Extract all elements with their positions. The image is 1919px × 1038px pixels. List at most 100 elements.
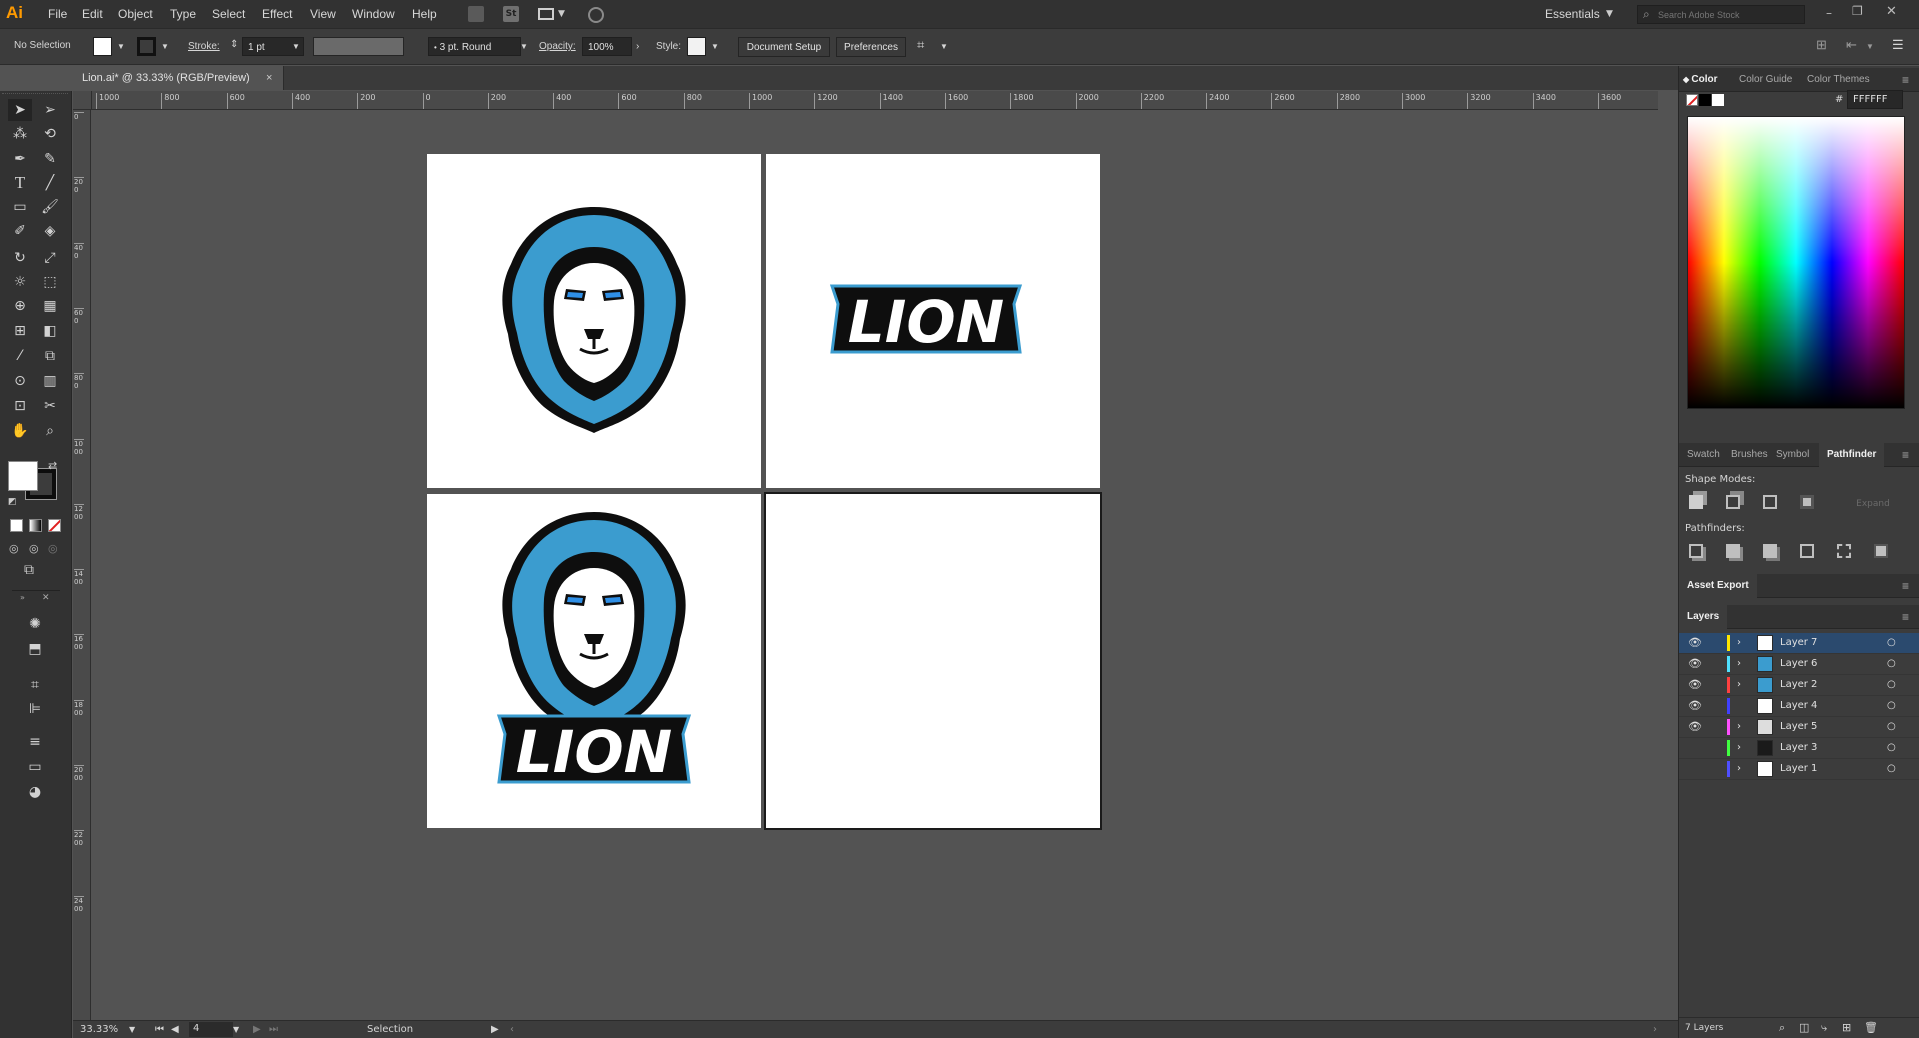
chevron-down-icon[interactable]: ▼ bbox=[129, 1021, 135, 1038]
layer-row[interactable]: 👁 › Layer 6 ○ bbox=[1679, 654, 1919, 675]
chevron-down-icon[interactable]: ▼ bbox=[117, 37, 125, 57]
collapse-panel-icon[interactable]: » bbox=[20, 593, 25, 602]
lasso-tool-icon[interactable]: ⟲ bbox=[38, 123, 62, 145]
locate-object-icon[interactable]: ⌕ bbox=[1779, 1018, 1785, 1038]
column-graph-tool-icon[interactable]: ▥ bbox=[38, 370, 62, 392]
hex-color-input[interactable]: FFFFFF bbox=[1847, 90, 1903, 109]
ruler-origin[interactable] bbox=[73, 91, 92, 110]
tab-swatches[interactable]: Swatch bbox=[1687, 443, 1720, 467]
bridge-icon[interactable] bbox=[468, 6, 484, 22]
trim-icon[interactable] bbox=[1726, 544, 1740, 558]
target-icon[interactable]: ○ bbox=[1887, 675, 1896, 695]
color-spectrum[interactable] bbox=[1687, 116, 1905, 409]
selection-tool-icon[interactable]: ➤ bbox=[8, 99, 32, 121]
slice-tool-icon[interactable]: ✂ bbox=[38, 395, 62, 417]
layer-row[interactable]: › Layer 3 ○ bbox=[1679, 738, 1919, 759]
target-icon[interactable]: ○ bbox=[1887, 759, 1896, 779]
symbols-panel-icon[interactable]: ✺ bbox=[23, 613, 47, 635]
first-artboard-icon[interactable]: ⏮ bbox=[155, 1021, 164, 1038]
eyedropper-tool-icon[interactable]: ⁄ bbox=[8, 345, 32, 367]
outline-icon[interactable] bbox=[1837, 544, 1851, 558]
expand-button[interactable]: Expand bbox=[1844, 496, 1902, 513]
visibility-eye-icon[interactable]: 👁 bbox=[1688, 675, 1702, 695]
menu-object[interactable]: Object bbox=[112, 0, 159, 29]
menu-select[interactable]: Select bbox=[206, 0, 251, 29]
brush-definition[interactable]: • 3 pt. Round bbox=[428, 37, 521, 56]
tab-symbols[interactable]: Symbol bbox=[1776, 443, 1809, 467]
tab-color-guide[interactable]: Color Guide bbox=[1739, 68, 1792, 92]
graphic-style-swatch[interactable] bbox=[687, 37, 706, 56]
expand-arrow-icon[interactable]: › bbox=[1737, 717, 1741, 737]
transparency-panel-icon[interactable]: ◕ bbox=[23, 781, 47, 803]
chevron-down-icon[interactable]: ▼ bbox=[292, 37, 300, 57]
next-artboard-icon[interactable]: ▶ bbox=[253, 1021, 261, 1038]
isolate-icon[interactable]: ⇤ bbox=[1846, 35, 1857, 55]
align-icon[interactable]: ⌗ bbox=[917, 35, 924, 55]
layer-row[interactable]: 👁 › Layer 7 ○ bbox=[1679, 633, 1919, 654]
stroke-panel-icon[interactable]: ≡ bbox=[23, 731, 47, 753]
pen-tool-icon[interactable]: ✒ bbox=[8, 148, 32, 170]
artboard-1[interactable] bbox=[427, 154, 761, 488]
preferences-button[interactable]: Preferences bbox=[836, 37, 906, 57]
color-mode-icon[interactable] bbox=[10, 519, 23, 532]
expand-arrow-icon[interactable]: › bbox=[1737, 759, 1741, 779]
expand-arrow-icon[interactable]: › bbox=[1737, 633, 1741, 653]
layer-row[interactable]: › Layer 1 ○ bbox=[1679, 759, 1919, 780]
opacity-input[interactable]: 100% bbox=[582, 37, 632, 56]
restore-button[interactable]: ❐ bbox=[1852, 4, 1863, 18]
intersect-icon[interactable] bbox=[1763, 495, 1777, 509]
chevron-down-icon[interactable]: ▼ bbox=[558, 9, 565, 19]
document-setup-button[interactable]: Document Setup bbox=[738, 37, 830, 57]
draw-behind-icon[interactable]: ◎ bbox=[29, 542, 39, 555]
panel-menu-icon[interactable]: ≡ bbox=[1902, 574, 1909, 598]
search-input[interactable] bbox=[1658, 7, 1798, 22]
layer-name[interactable]: Layer 5 bbox=[1780, 717, 1817, 737]
new-layer-icon[interactable]: ⊞ bbox=[1842, 1018, 1851, 1038]
shaper-tool-icon[interactable]: ✐ bbox=[8, 220, 32, 242]
target-icon[interactable]: ○ bbox=[1887, 738, 1896, 758]
chevron-right-icon[interactable]: › bbox=[636, 37, 639, 57]
artboard-3[interactable]: LION bbox=[427, 494, 761, 828]
none-mode-icon[interactable] bbox=[48, 519, 61, 532]
canvas[interactable]: LION LION bbox=[92, 110, 1658, 1020]
last-artboard-icon[interactable]: ⏭ bbox=[269, 1021, 278, 1038]
none-swatch[interactable] bbox=[1686, 94, 1698, 106]
search-stock-field[interactable]: ⌕ bbox=[1637, 5, 1805, 24]
target-icon[interactable]: ○ bbox=[1887, 696, 1896, 716]
chevron-down-icon[interactable]: ▼ bbox=[161, 37, 169, 57]
tab-asset-export[interactable]: Asset Export bbox=[1679, 574, 1757, 598]
align-panel-icon[interactable]: ⊫ bbox=[23, 698, 47, 720]
expand-arrow-icon[interactable]: › bbox=[1737, 654, 1741, 674]
merge-icon[interactable] bbox=[1763, 544, 1777, 558]
tab-color[interactable]: ◆ Color bbox=[1683, 68, 1717, 92]
horizontal-ruler[interactable]: 1000 800 600 400 200 0 200 400 600 800 1000 1200 140… bbox=[92, 91, 1658, 110]
type-tool-icon[interactable]: T bbox=[8, 172, 32, 194]
menu-effect[interactable]: Effect bbox=[256, 0, 298, 29]
previous-artboard-icon[interactable]: ◀ bbox=[171, 1021, 179, 1038]
close-window-button[interactable]: ✕ bbox=[1886, 4, 1897, 19]
screen-mode-icon[interactable]: ⧉ bbox=[24, 562, 34, 578]
menu-type[interactable]: Type bbox=[164, 0, 202, 29]
free-transform-tool-icon[interactable]: ⬚ bbox=[38, 271, 62, 293]
panel-menu-icon[interactable]: ≡ bbox=[1902, 68, 1909, 92]
target-icon[interactable]: ○ bbox=[1887, 633, 1896, 653]
tab-brushes[interactable]: Brushes bbox=[1731, 443, 1768, 467]
line-tool-icon[interactable]: ╱ bbox=[38, 172, 62, 194]
expand-arrow-icon[interactable]: › bbox=[1737, 675, 1741, 695]
control-menu-icon[interactable]: ☰ bbox=[1892, 35, 1904, 55]
black-swatch[interactable] bbox=[1699, 94, 1711, 106]
chevron-down-icon[interactable]: ▼ bbox=[1866, 37, 1874, 57]
new-sublayer-icon[interactable]: ⤷ bbox=[1821, 1018, 1827, 1038]
scroll-right-icon[interactable]: › bbox=[1653, 1021, 1657, 1038]
stroke-swatch[interactable] bbox=[137, 37, 156, 56]
minus-back-icon[interactable] bbox=[1874, 544, 1888, 558]
layer-row[interactable]: 👁 › Layer 5 ○ bbox=[1679, 717, 1919, 738]
variable-width-profile[interactable] bbox=[313, 37, 404, 56]
exclude-icon[interactable] bbox=[1800, 495, 1814, 509]
panel-menu-icon[interactable]: ≡ bbox=[1902, 605, 1909, 629]
layer-row[interactable]: 👁 › Layer 2 ○ bbox=[1679, 675, 1919, 696]
artboard-2[interactable]: LION bbox=[766, 154, 1100, 488]
status-menu-icon[interactable]: ▶ bbox=[491, 1021, 499, 1038]
magic-wand-tool-icon[interactable]: ⁂ bbox=[8, 123, 32, 145]
layer-name[interactable]: Layer 6 bbox=[1780, 654, 1817, 674]
